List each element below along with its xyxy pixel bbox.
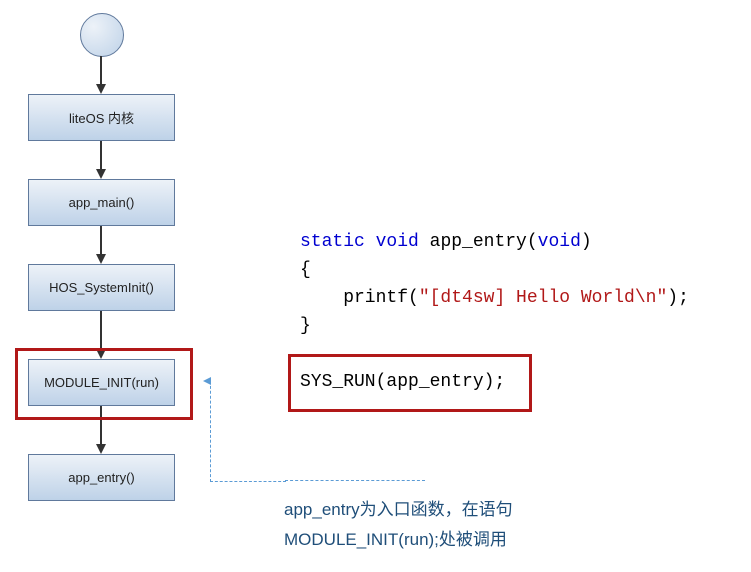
brace: } (300, 316, 311, 336)
start-node (80, 13, 124, 57)
fn-name: app_entry( (419, 232, 538, 252)
highlight-box-left (15, 348, 193, 420)
code-body-end: ); (667, 288, 689, 308)
annotation-line: app_entry为入口函数，在语句 (284, 495, 513, 525)
connector-line (285, 480, 425, 481)
code-body: printf( (300, 288, 419, 308)
arrow-head-icon (96, 254, 106, 264)
keyword-void: void (376, 232, 419, 252)
process-box: HOS_SystemInit() (28, 264, 175, 311)
arrow (100, 226, 102, 256)
process-box: liteOS 内核 (28, 94, 175, 141)
annotation-line: MODULE_INIT(run);处被调用 (284, 525, 513, 555)
paren: ) (581, 232, 592, 252)
arrow (100, 141, 102, 171)
box-label: app_main() (69, 195, 135, 210)
keyword-void: void (538, 232, 581, 252)
arrow (100, 311, 102, 351)
annotation-text: app_entry为入口函数，在语句 MODULE_INIT(run);处被调用 (284, 495, 513, 555)
box-label: app_entry() (68, 470, 134, 485)
connector-arrow-icon (203, 377, 211, 385)
brace: { (300, 260, 311, 280)
arrow-head-icon (96, 444, 106, 454)
connector-line (210, 381, 286, 482)
arrow-head-icon (96, 84, 106, 94)
string-literal: "[dt4sw] Hello World\n" (419, 288, 667, 308)
arrow (100, 56, 102, 86)
box-label: HOS_SystemInit() (49, 280, 154, 295)
process-box: app_main() (28, 179, 175, 226)
arrow-head-icon (96, 169, 106, 179)
process-box: app_entry() (28, 454, 175, 501)
highlight-box-right (288, 354, 532, 412)
keyword-static: static (300, 232, 365, 252)
box-label: liteOS 内核 (69, 108, 134, 127)
diagram-canvas: liteOS 内核 app_main() HOS_SystemInit() MO… (0, 0, 751, 572)
